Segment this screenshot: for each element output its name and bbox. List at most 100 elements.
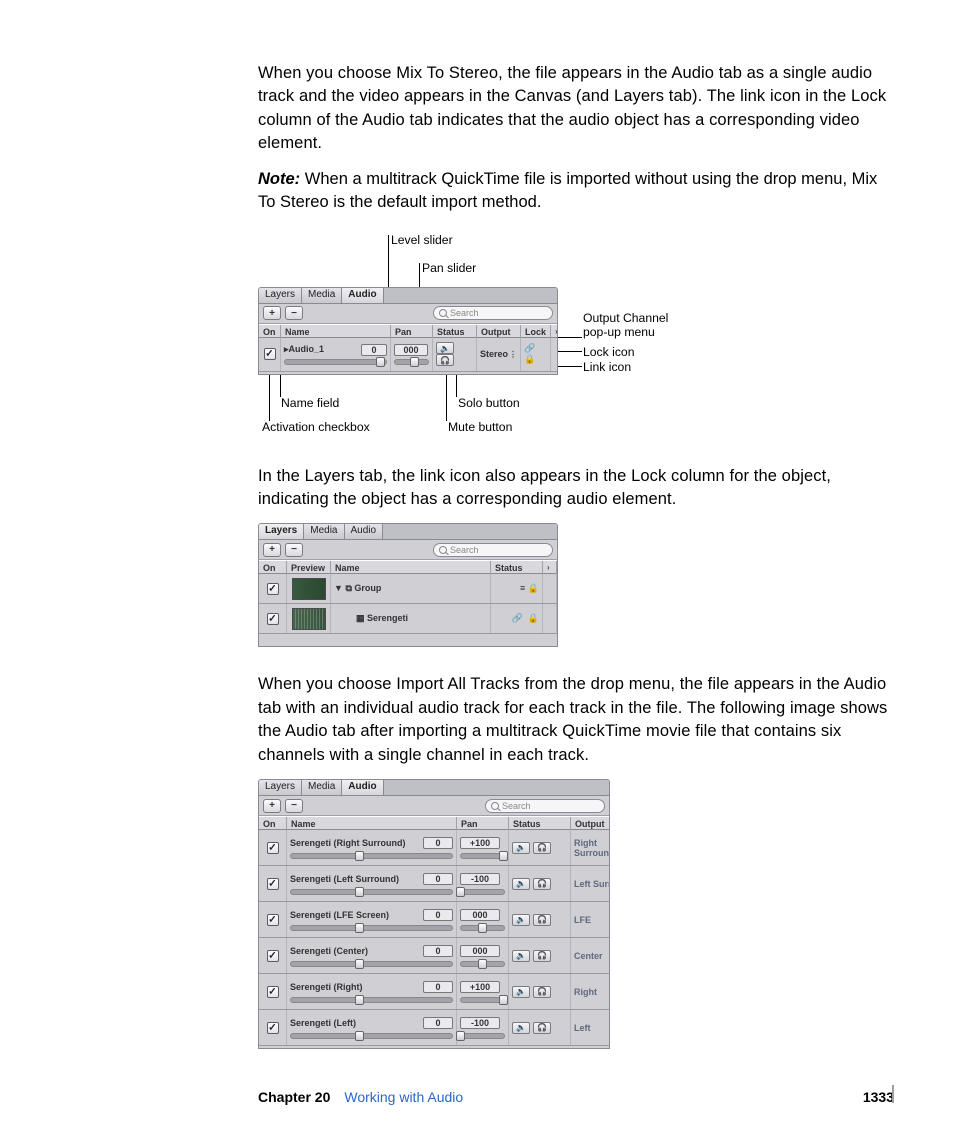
name-cell[interactable]: ▼ ⧉ Group	[331, 574, 491, 603]
activation-checkbox[interactable]: ✓	[259, 338, 281, 371]
pan-value[interactable]: -100	[460, 873, 500, 885]
mute-button[interactable]: 🔈	[436, 342, 454, 354]
pan-slider[interactable]	[460, 889, 505, 895]
overflow[interactable]	[543, 574, 557, 603]
output-cell[interactable]: Left Surround⋮	[571, 866, 610, 901]
solo-button[interactable]: 🎧	[533, 878, 551, 890]
solo-button[interactable]: 🎧	[533, 914, 551, 926]
solo-button[interactable]: 🎧	[436, 354, 454, 366]
level-slider[interactable]	[290, 997, 453, 1003]
level-slider[interactable]	[284, 359, 387, 365]
level-slider[interactable]	[290, 1033, 453, 1039]
search-input[interactable]: Search	[433, 306, 553, 320]
level-value[interactable]: 0	[423, 873, 453, 885]
disclosure-icon[interactable]: ▼	[334, 583, 343, 593]
col-output[interactable]: Output	[571, 817, 610, 831]
overflow[interactable]	[543, 604, 557, 633]
activation-checkbox[interactable]: ✓	[259, 604, 287, 633]
add-button[interactable]: +	[263, 306, 281, 320]
level-slider[interactable]	[290, 961, 453, 967]
pan-slider[interactable]	[460, 925, 505, 931]
activation-checkbox[interactable]: ✓	[259, 1010, 287, 1045]
overflow[interactable]	[551, 338, 558, 371]
remove-button[interactable]: −	[285, 543, 303, 557]
tab-audio[interactable]: Audio	[345, 524, 384, 539]
remove-button[interactable]: −	[285, 799, 303, 813]
pan-cell[interactable]: +100	[457, 830, 509, 865]
mute-button[interactable]: 🔈	[512, 950, 530, 962]
pan-value[interactable]: 000	[460, 909, 500, 921]
output-cell[interactable]: Center⋮	[571, 938, 610, 973]
tab-media[interactable]: Media	[302, 780, 342, 795]
output-cell[interactable]: Stereo ⋮	[477, 338, 521, 371]
col-output[interactable]: Output	[477, 325, 521, 339]
col-status[interactable]: Status	[509, 817, 571, 831]
pan-value[interactable]: +100	[460, 981, 500, 993]
output-cell[interactable]: Right Surround⋮	[571, 830, 610, 865]
pan-value[interactable]: +100	[460, 837, 500, 849]
output-cell[interactable]: LFE⋮	[571, 902, 610, 937]
tab-media[interactable]: Media	[304, 524, 344, 539]
activation-checkbox[interactable]: ✓	[259, 938, 287, 973]
pan-cell[interactable]: +100	[457, 974, 509, 1009]
level-slider[interactable]	[290, 889, 453, 895]
search-input[interactable]: Search	[433, 543, 553, 557]
tab-media[interactable]: Media	[302, 288, 342, 303]
col-pan[interactable]: Pan	[391, 325, 433, 339]
pan-slider[interactable]	[460, 961, 505, 967]
name-cell[interactable]: Serengeti (Right)0	[287, 974, 457, 1009]
mute-button[interactable]: 🔈	[512, 914, 530, 926]
col-preview[interactable]: Preview	[287, 561, 331, 575]
name-cell[interactable]: Serengeti (LFE Screen)0	[287, 902, 457, 937]
col-on[interactable]: On	[259, 561, 287, 575]
remove-button[interactable]: −	[285, 306, 303, 320]
level-value[interactable]: 0	[423, 1017, 453, 1029]
level-value[interactable]: 0	[423, 945, 453, 957]
pan-cell[interactable]: 000	[391, 338, 433, 371]
col-name[interactable]: Name	[331, 561, 491, 575]
activation-checkbox[interactable]: ✓	[259, 830, 287, 865]
add-button[interactable]: +	[263, 799, 281, 813]
col-overflow[interactable]: ›	[543, 561, 557, 575]
pan-cell[interactable]: 000	[457, 938, 509, 973]
tab-audio[interactable]: Audio	[342, 780, 383, 795]
output-cell[interactable]: Right⋮	[571, 974, 610, 1009]
tab-layers[interactable]: Layers	[259, 524, 304, 539]
col-pan[interactable]: Pan	[457, 817, 509, 831]
name-cell[interactable]: ▸Audio_1 0	[281, 338, 391, 371]
pan-cell[interactable]: -100	[457, 1010, 509, 1045]
pan-value[interactable]: 000	[460, 945, 500, 957]
tab-layers[interactable]: Layers	[259, 288, 302, 303]
col-name[interactable]: Name	[281, 325, 391, 339]
name-cell[interactable]: Serengeti (Left)0	[287, 1010, 457, 1045]
pan-cell[interactable]: 000	[457, 902, 509, 937]
lock-icon[interactable]: 🔒	[528, 583, 539, 593]
mute-button[interactable]: 🔈	[512, 878, 530, 890]
col-status[interactable]: Status	[491, 561, 543, 575]
solo-button[interactable]: 🎧	[533, 986, 551, 998]
col-overflow[interactable]: ›	[551, 325, 558, 339]
tab-audio[interactable]: Audio	[342, 288, 383, 303]
solo-button[interactable]: 🎧	[533, 950, 551, 962]
lock-cell[interactable]: 🔗 🔒	[521, 338, 551, 371]
name-cell[interactable]: Serengeti (Center)0	[287, 938, 457, 973]
lock-icon[interactable]: 🔒	[528, 613, 539, 623]
mute-button[interactable]: 🔈	[512, 986, 530, 998]
solo-button[interactable]: 🎧	[533, 842, 551, 854]
pan-value[interactable]: -100	[460, 1017, 500, 1029]
col-status[interactable]: Status	[433, 325, 477, 339]
pan-slider[interactable]	[394, 359, 429, 365]
name-cell[interactable]: ▦ Serengeti	[331, 604, 491, 633]
solo-button[interactable]: 🎧	[533, 1022, 551, 1034]
mute-button[interactable]: 🔈	[512, 1022, 530, 1034]
tab-layers[interactable]: Layers	[259, 780, 302, 795]
col-on[interactable]: On	[259, 817, 287, 831]
level-slider[interactable]	[290, 925, 453, 931]
level-value[interactable]: 0	[423, 909, 453, 921]
pan-cell[interactable]: -100	[457, 866, 509, 901]
pan-slider[interactable]	[460, 1033, 505, 1039]
output-cell[interactable]: Left⋮	[571, 1010, 610, 1045]
pan-value[interactable]: 000	[394, 344, 428, 356]
pan-slider[interactable]	[460, 853, 505, 859]
activation-checkbox[interactable]: ✓	[259, 902, 287, 937]
